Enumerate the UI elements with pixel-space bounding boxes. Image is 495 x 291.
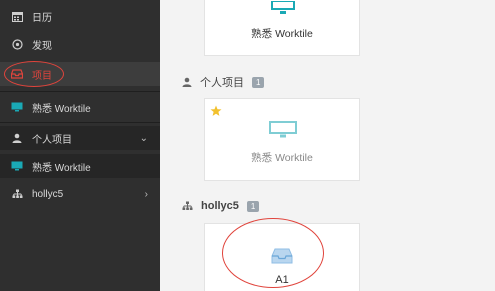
sidebar-item-label: 熟悉 Worktile [32, 103, 91, 115]
compass-icon [10, 37, 24, 51]
sidebar-item-hollyc5[interactable]: hollyc5 › [0, 182, 160, 206]
sidebar-divider [0, 122, 160, 123]
sidebar-item-label: 日历 [32, 12, 52, 24]
sitemap-icon [10, 187, 24, 201]
chevron-right-icon[interactable]: › [145, 189, 148, 200]
monitor-icon [10, 159, 24, 173]
project-card-worktile-intro[interactable]: 熟悉 Worktile [204, 0, 360, 56]
main-content: 熟悉 Worktile 个人项目 1 熟悉 Worktile hollyc5 1… [160, 0, 495, 291]
section-title: hollyc5 [201, 200, 239, 212]
user-icon [182, 77, 192, 87]
section-header-hollyc5: hollyc5 1 [182, 200, 260, 212]
sidebar-item-calendar[interactable]: 日历 [0, 5, 160, 27]
card-label: 熟悉 Worktile [251, 28, 313, 40]
section-title: 个人项目 [200, 77, 244, 89]
sidebar-item-discover[interactable]: 发现 [0, 33, 160, 55]
sidebar-divider [0, 91, 160, 92]
card-label: A1 [275, 274, 289, 286]
user-icon [10, 131, 24, 145]
sidebar-item-label: 发现 [32, 40, 52, 52]
inbox-icon [271, 248, 293, 269]
sidebar-item-personal-projects[interactable]: 个人项目 ⌄ [0, 126, 160, 150]
card-label: 熟悉 Worktile [251, 152, 313, 164]
project-card-personal-worktile[interactable]: 熟悉 Worktile [204, 98, 360, 181]
count-badge: 1 [252, 76, 265, 88]
chevron-down-icon[interactable]: ⌄ [140, 133, 148, 144]
sidebar-item-label: hollyc5 [32, 188, 64, 200]
sidebar-item-label: 项目 [32, 70, 52, 82]
app-root: 日历 发现 项目 熟悉 Worktile 个人项目 ⌄ 熟悉 Worktile … [0, 0, 495, 291]
monitor-icon [10, 100, 24, 114]
sidebar-item-label: 个人项目 [32, 134, 72, 146]
section-header-personal: 个人项目 1 [182, 74, 265, 90]
monitor-icon [271, 0, 295, 20]
monitor-icon [269, 121, 297, 144]
sitemap-icon [182, 201, 193, 211]
sidebar-item-projects[interactable]: 项目 [0, 62, 160, 86]
count-badge: 1 [246, 200, 260, 212]
sidebar-item-personal-worktile[interactable]: 熟悉 Worktile [0, 154, 160, 178]
sidebar-item-label: 熟悉 Worktile [32, 162, 91, 174]
star-icon[interactable] [210, 104, 222, 122]
inbox-icon [10, 67, 24, 81]
calendar-icon [10, 9, 24, 23]
project-card-a1[interactable]: A1 [204, 223, 360, 291]
sidebar: 日历 发现 项目 熟悉 Worktile 个人项目 ⌄ 熟悉 Worktile … [0, 0, 160, 291]
sidebar-item-worktile-intro[interactable]: 熟悉 Worktile [0, 95, 160, 119]
